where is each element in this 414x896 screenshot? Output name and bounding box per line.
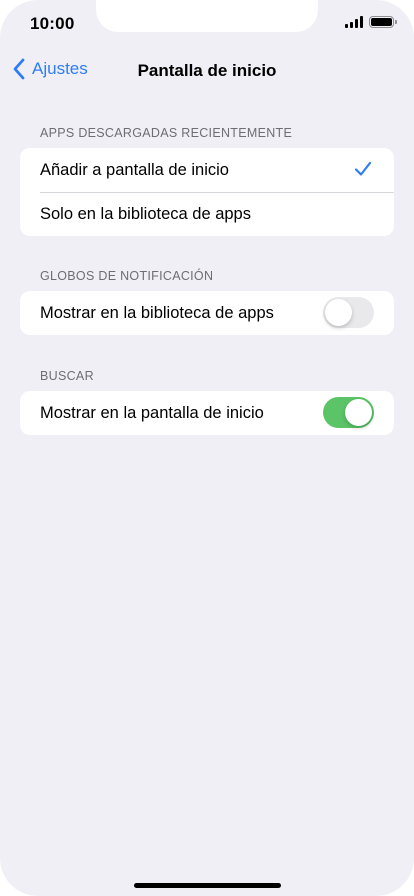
section-header-search: BUSCAR bbox=[40, 369, 94, 383]
notch bbox=[96, 0, 318, 32]
notification-badges-group: Mostrar en la biblioteca de apps bbox=[20, 291, 394, 335]
option-label: Solo en la biblioteca de apps bbox=[40, 204, 251, 223]
signal-icon bbox=[345, 16, 363, 28]
status-icons bbox=[345, 16, 397, 28]
show-in-app-library-toggle[interactable] bbox=[323, 297, 374, 328]
show-on-home-screen-row: Mostrar en la pantalla de inicio bbox=[20, 391, 394, 435]
search-group: Mostrar en la pantalla de inicio bbox=[20, 391, 394, 435]
row-label: Mostrar en la biblioteca de apps bbox=[40, 303, 274, 322]
section-header-recent-apps: APPS DESCARGADAS RECIENTEMENTE bbox=[40, 126, 293, 140]
show-on-home-screen-toggle[interactable] bbox=[323, 397, 374, 428]
screen: 10:00 Ajustes Pantalla de inicio APPS DE… bbox=[0, 0, 414, 896]
option-add-to-home-screen[interactable]: Añadir a pantalla de inicio bbox=[20, 148, 394, 192]
page-title: Pantalla de inicio bbox=[137, 61, 277, 80]
home-indicator[interactable] bbox=[134, 883, 281, 888]
battery-icon bbox=[369, 16, 397, 28]
option-app-library-only[interactable]: Solo en la biblioteca de apps bbox=[20, 192, 394, 236]
toggle-knob bbox=[345, 399, 372, 426]
navigation-bar: Ajustes Pantalla de inicio bbox=[0, 52, 414, 90]
checkmark-icon bbox=[354, 161, 372, 176]
status-time: 10:00 bbox=[30, 14, 75, 33]
toggle-knob bbox=[325, 299, 352, 326]
recent-apps-group: Añadir a pantalla de inicio Solo en la b… bbox=[20, 148, 394, 236]
show-in-app-library-row: Mostrar en la biblioteca de apps bbox=[20, 291, 394, 335]
section-header-notification-badges: GLOBOS DE NOTIFICACIÓN bbox=[40, 269, 214, 283]
row-label: Mostrar en la pantalla de inicio bbox=[40, 403, 264, 422]
option-label: Añadir a pantalla de inicio bbox=[40, 160, 229, 179]
